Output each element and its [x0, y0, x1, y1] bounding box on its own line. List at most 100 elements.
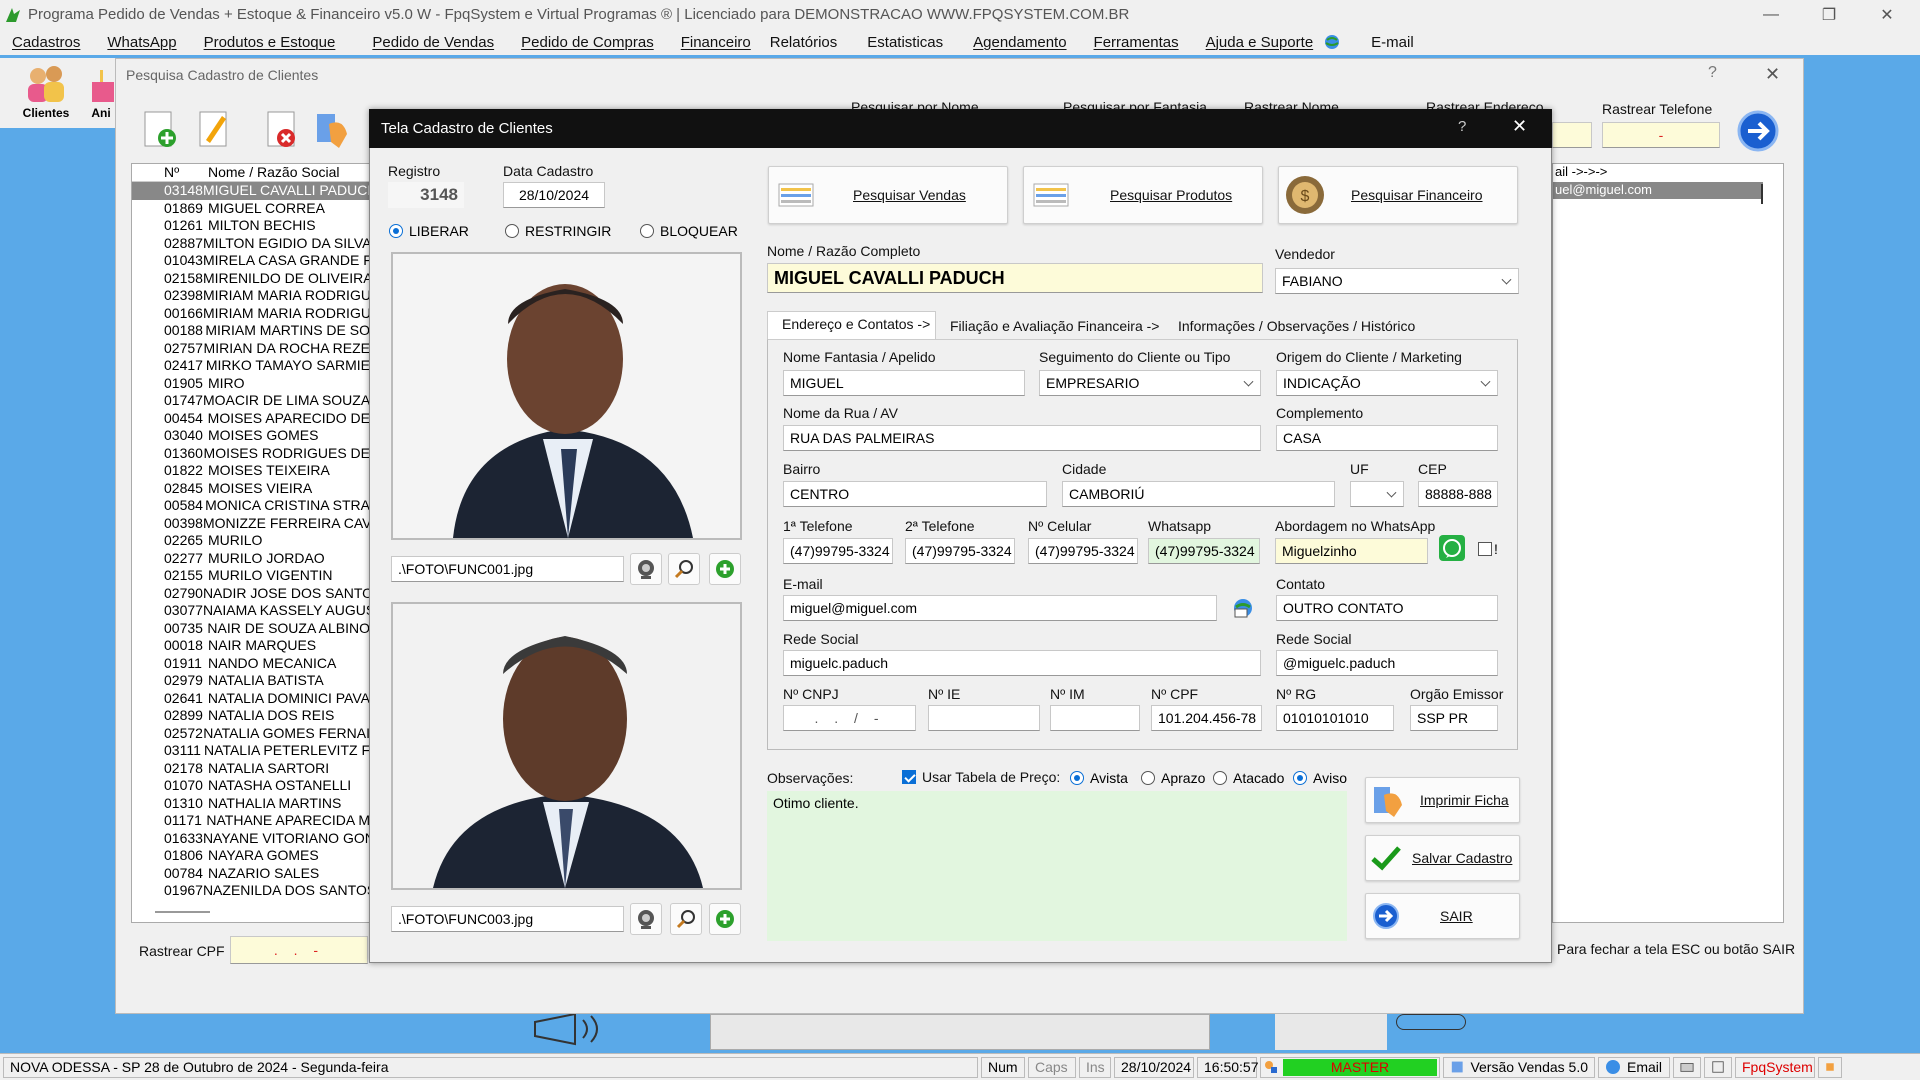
ani-toolbar-button[interactable]: Ani	[86, 62, 116, 128]
complemento-field[interactable]: CASA	[1276, 425, 1498, 451]
status-calc-button[interactable]	[1704, 1056, 1732, 1078]
list-item[interactable]: 00584 MONICA CRISTINA STRA	[132, 497, 370, 515]
list-item[interactable]: 02845 MOISES VIEIRA	[132, 480, 370, 498]
list-item[interactable]: 02757 MIRIAN DA ROCHA REZE	[132, 340, 370, 358]
list-item[interactable]: 02899 NATALIA DOS REIS	[132, 707, 370, 725]
list-item[interactable]: 01967 NAZENILDA DOS SANTOS	[132, 882, 370, 900]
tel2-field[interactable]: (47)99795-3324	[905, 538, 1015, 564]
menu-ajuda-suporte[interactable]: Ajuda e Suporte	[1206, 34, 1314, 51]
usar-tabela-check[interactable]: Usar Tabela de Preço:	[902, 769, 1060, 785]
list-item[interactable]: 01905 MIRO	[132, 375, 370, 393]
list-item[interactable]: 00784 NAZARIO SALES	[132, 865, 370, 883]
pesquisar-financeiro-button[interactable]: $ Pesquisar Financeiro	[1278, 166, 1518, 224]
rede2-field[interactable]: @miguelc.paduch	[1276, 650, 1498, 676]
list-item[interactable]: 03148 MIGUEL CAVALLI PADUCH	[132, 182, 370, 200]
add-record-button[interactable]	[141, 108, 181, 152]
orgao-field[interactable]: SSP PR	[1410, 705, 1498, 731]
list-item[interactable]: 02979 NATALIA BATISTA	[132, 672, 370, 690]
status-email-button[interactable]: Email	[1598, 1056, 1670, 1078]
imprimir-ficha-button[interactable]: Imprimir Ficha	[1365, 777, 1520, 823]
price-avista-radio[interactable]: Avista	[1070, 770, 1128, 786]
menu-relatorios[interactable]: Relatórios	[770, 34, 838, 51]
menu-email[interactable]: E-mail	[1371, 34, 1414, 51]
list-item[interactable]: 02641 NATALIA DOMINICI PAVA	[132, 690, 370, 708]
menu-produtos-estoque[interactable]: Produtos e Estoque	[204, 34, 336, 51]
list-item[interactable]: 03040 MOISES GOMES	[132, 427, 370, 445]
cnpj-field[interactable]: . . / -	[783, 705, 916, 731]
rastrear-telefone-input[interactable]: -	[1602, 122, 1720, 148]
dialog-help-button[interactable]: ?	[1458, 118, 1466, 135]
menu-whatsapp[interactable]: WhatsApp	[107, 34, 176, 51]
photo-1-add-button[interactable]	[709, 553, 741, 585]
list-item[interactable]: 01633 NAYANE VITORIANO GON	[132, 830, 370, 848]
nome-field[interactable]: MIGUEL CAVALLI PADUCH	[767, 263, 1263, 293]
pesquisar-vendas-button[interactable]: Pesquisar Vendas	[768, 166, 1008, 224]
photo-1-path-field[interactable]: .\FOTO\FUNC001.jpg	[391, 556, 624, 582]
search-close-button[interactable]: ✕	[1765, 64, 1780, 85]
price-aviso-radio[interactable]: Aviso	[1293, 770, 1347, 786]
list-item[interactable]: 01310 NATHALIA MARTINS	[132, 795, 370, 813]
rastrear-endereco-input[interactable]	[1552, 122, 1592, 148]
photo-1-webcam-button[interactable]	[630, 553, 662, 585]
photo-2-path-field[interactable]: .\FOTO\FUNC003.jpg	[391, 906, 624, 932]
im-field[interactable]	[1050, 705, 1140, 731]
status-keyboard-button[interactable]	[1673, 1056, 1701, 1078]
list-item[interactable]: 00735 NAIR DE SOUZA ALBINO	[132, 620, 370, 638]
sair-button[interactable]: SAIR	[1365, 893, 1520, 939]
email-field[interactable]: miguel@miguel.com	[783, 595, 1217, 621]
menu-estatisticas[interactable]: Estatisticas	[867, 34, 943, 51]
cidade-field[interactable]: CAMBORIÚ	[1062, 481, 1335, 507]
photo-1-search-button[interactable]	[668, 553, 700, 585]
price-aprazo-radio[interactable]: Aprazo	[1141, 770, 1205, 786]
vendedor-select[interactable]: FABIANO	[1275, 268, 1519, 294]
liberar-radio[interactable]: LIBERAR	[389, 223, 469, 239]
list-item[interactable]: 02265 MURILO	[132, 532, 370, 550]
email-col-scroll[interactable]	[1761, 184, 1763, 204]
abordagem-check[interactable]: !	[1478, 541, 1498, 557]
tel1-field[interactable]: (47)99795-3324	[783, 538, 893, 564]
list-item[interactable]: 02178 NATALIA SARTORI	[132, 760, 370, 778]
list-item[interactable]: 01360 MOISES RODRIGUES DE	[132, 445, 370, 463]
bloquear-radio[interactable]: BLOQUEAR	[640, 223, 738, 239]
photo-2-search-button[interactable]	[670, 903, 702, 935]
list-item[interactable]: 01806 NAYARA GOMES	[132, 847, 370, 865]
go-search-button[interactable]	[1737, 110, 1779, 152]
client-list[interactable]: Nº Nome / Razão Social 03148 MIGUEL CAVAL…	[131, 163, 371, 923]
list-item[interactable]: 02417 MIRKO TAMAYO SARMIE	[132, 357, 370, 375]
seguimento-select[interactable]: EMPRESARIO	[1039, 370, 1261, 396]
list-item[interactable]: 02572 NATALIA GOMES FERNAI	[132, 725, 370, 743]
list-item[interactable]: 00188 MIRIAM MARTINS DE SO	[132, 322, 370, 340]
observacoes-textarea[interactable]: Otimo cliente.	[767, 791, 1347, 941]
tab-endereco-contatos[interactable]: Endereço e Contatos ->	[782, 316, 930, 332]
fantasia-field[interactable]: MIGUEL	[783, 370, 1025, 396]
menu-pedido-vendas[interactable]: Pedido de Vendas	[372, 34, 494, 51]
photo-2-add-button[interactable]	[709, 903, 741, 935]
list-item[interactable]: 01261 MILTON BECHIS	[132, 217, 370, 235]
list-item[interactable]: 01911 NANDO MECANICA	[132, 655, 370, 673]
restringir-radio[interactable]: RESTRINGIR	[505, 223, 611, 239]
minimize-button[interactable]: —	[1742, 0, 1800, 29]
clientes-toolbar-button[interactable]: Clientes	[16, 62, 76, 128]
list-item[interactable]: 00398 MONIZZE FERREIRA CAV	[132, 515, 370, 533]
data-cadastro-field[interactable]: 28/10/2024	[503, 182, 605, 208]
menu-financeiro[interactable]: Financeiro	[681, 34, 751, 51]
menu-pedido-compras[interactable]: Pedido de Compras	[521, 34, 654, 51]
list-item[interactable]: 01171 NATHANE APARECIDA M	[132, 812, 370, 830]
menu-cadastros[interactable]: Cadastros	[12, 34, 80, 51]
rede1-field[interactable]: miguelc.paduch	[783, 650, 1261, 676]
list-item[interactable]: 00166 MIRIAM MARIA RODRIGU	[132, 305, 370, 323]
abordagem-field[interactable]: Miguelzinho	[1275, 538, 1428, 564]
cpf-field[interactable]: 101.204.456-78	[1151, 705, 1262, 731]
bairro-field[interactable]: CENTRO	[783, 481, 1047, 507]
menu-agendamento[interactable]: Agendamento	[973, 34, 1066, 51]
client-photo-2[interactable]	[391, 602, 742, 890]
list-item[interactable]: 01070 NATASHA OSTANELLI	[132, 777, 370, 795]
status-tray-button[interactable]	[1818, 1056, 1842, 1078]
list-item[interactable]: 02155 MURILO VIGENTIN	[132, 567, 370, 585]
price-atacado-radio[interactable]: Atacado	[1213, 770, 1284, 786]
cep-field[interactable]: 88888-888	[1418, 481, 1498, 507]
list-item[interactable]: 01747 MOACIR DE LIMA SOUZA	[132, 392, 370, 410]
origem-select[interactable]: INDICAÇÃO	[1276, 370, 1498, 396]
print-toolbar-button[interactable]	[313, 108, 353, 152]
list-scrollbar[interactable]	[155, 911, 210, 913]
